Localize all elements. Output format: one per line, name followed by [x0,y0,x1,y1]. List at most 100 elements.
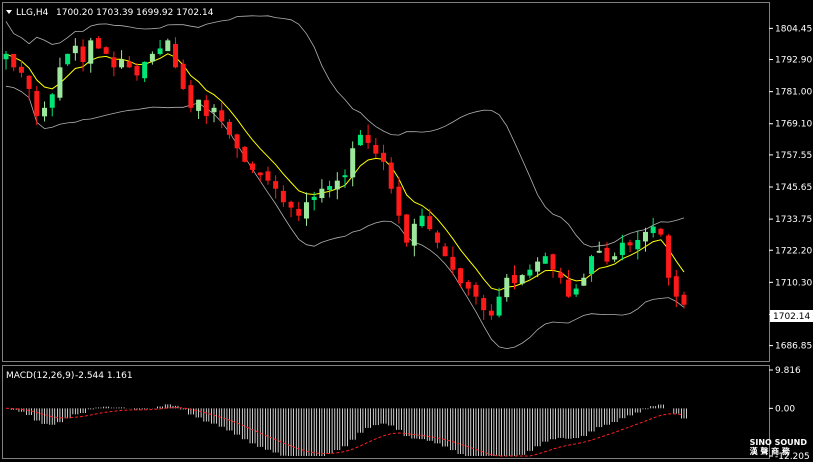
candle-body [658,228,664,235]
candle-body [396,186,402,216]
lower-band-line [5,85,685,350]
candle-body [473,284,479,297]
candle-body [496,296,502,316]
ohlc-label: 1700.20 1703.39 1699.92 1702.14 [56,8,214,18]
candle-body [88,40,94,64]
candle-body [103,47,109,54]
price-tick-label: 1722.20 [775,246,812,256]
macd-tick-label: 9.816 [775,366,801,376]
candle-body [265,171,271,181]
candle-body [411,223,417,246]
candle-body [142,61,148,79]
candle-body [434,232,440,243]
price-tick-label: 1686.85 [775,342,812,352]
candle-body [581,277,587,286]
candle-body [280,190,286,203]
candle-body [319,188,325,199]
candle-body [165,40,171,52]
candle-body [273,181,279,189]
candle-body [442,246,448,257]
macd-tick-label: 0.00 [775,404,795,414]
candle-body [450,256,456,270]
symbol-label: LLG,H4 [16,8,49,18]
price-tick-label: 1745.65 [775,183,812,193]
candle-body [535,261,541,272]
candle-body [465,281,471,289]
chart-canvas: LLG,H4 1700.20 1703.39 1699.92 1702.14 M… [2,2,813,462]
candle-body [327,186,333,190]
candle-body [619,242,625,256]
candle-body [673,276,679,297]
candle-body [650,226,656,234]
candle-body [11,53,17,68]
candle-body [134,65,140,76]
candle-body [211,107,217,113]
candle-body [681,294,687,305]
candle-body [388,162,394,189]
candle-body [288,201,294,208]
candle-body [635,240,641,250]
price-axis: 1804.45 1792.90 1781.00 1769.10 1757.55 1745.… [769,24,812,352]
candle-body [334,180,340,190]
macd-values: -2.544 1.161 [75,371,133,381]
candle-body [157,48,163,54]
price-tick-label: 1769.10 [775,120,812,130]
candle-body [365,135,371,143]
candle-body [527,269,533,276]
candle-body [596,250,602,253]
candle-body [296,209,302,216]
candle-body [180,63,186,89]
candle-body [350,148,356,178]
candle-body [427,216,433,230]
collapse-triangle-icon[interactable] [6,10,12,14]
price-panel-frame [2,2,770,362]
candle-body [65,53,71,65]
current-price-label: 1702.14 [773,312,810,322]
candle-body [627,242,633,246]
candle-body [303,202,309,219]
candle-body [80,46,86,62]
candle-body [373,145,379,154]
candle-body [458,268,464,284]
candle-body [481,298,487,311]
candle-body [519,275,525,284]
price-tick-label: 1804.45 [775,24,812,34]
candle-body [558,272,564,278]
candle-body [642,231,648,242]
candle-body [573,288,579,295]
candle-body [666,235,672,278]
candle-body [72,45,78,54]
candle-body [612,256,618,260]
candle-body [188,85,194,108]
brand-name: SINO SOUND [749,438,807,447]
candle-body [26,75,32,89]
candle-body [311,196,317,201]
candle-body [357,134,363,146]
candle-body [404,214,410,243]
candle-body [18,66,24,73]
price-tick-label: 1781.00 [775,88,812,98]
candle-body [488,310,494,316]
brand-sub: 漢 聲 商 務 [749,447,790,456]
candle-body [419,215,425,227]
candle-body [242,146,248,162]
candle-body [257,172,263,176]
candle-body [342,175,348,178]
candle-body [565,279,571,297]
price-tick-label: 1792.90 [775,56,812,66]
macd-histogram [5,404,687,457]
candle-body [203,100,209,116]
candle-body [3,53,9,60]
brand-logo: SINO SOUND 漢 聲 商 務 [750,438,807,456]
candles [3,36,687,320]
candle-body [604,247,610,262]
candle-body [250,163,256,170]
candle-body [589,256,595,274]
candle-body [381,152,387,162]
price-tick-label: 1733.75 [775,215,812,225]
candle-body [512,275,517,284]
candle-body [34,91,40,116]
candle-body [542,256,548,264]
candle-body [119,59,125,68]
candle-body [234,134,240,149]
